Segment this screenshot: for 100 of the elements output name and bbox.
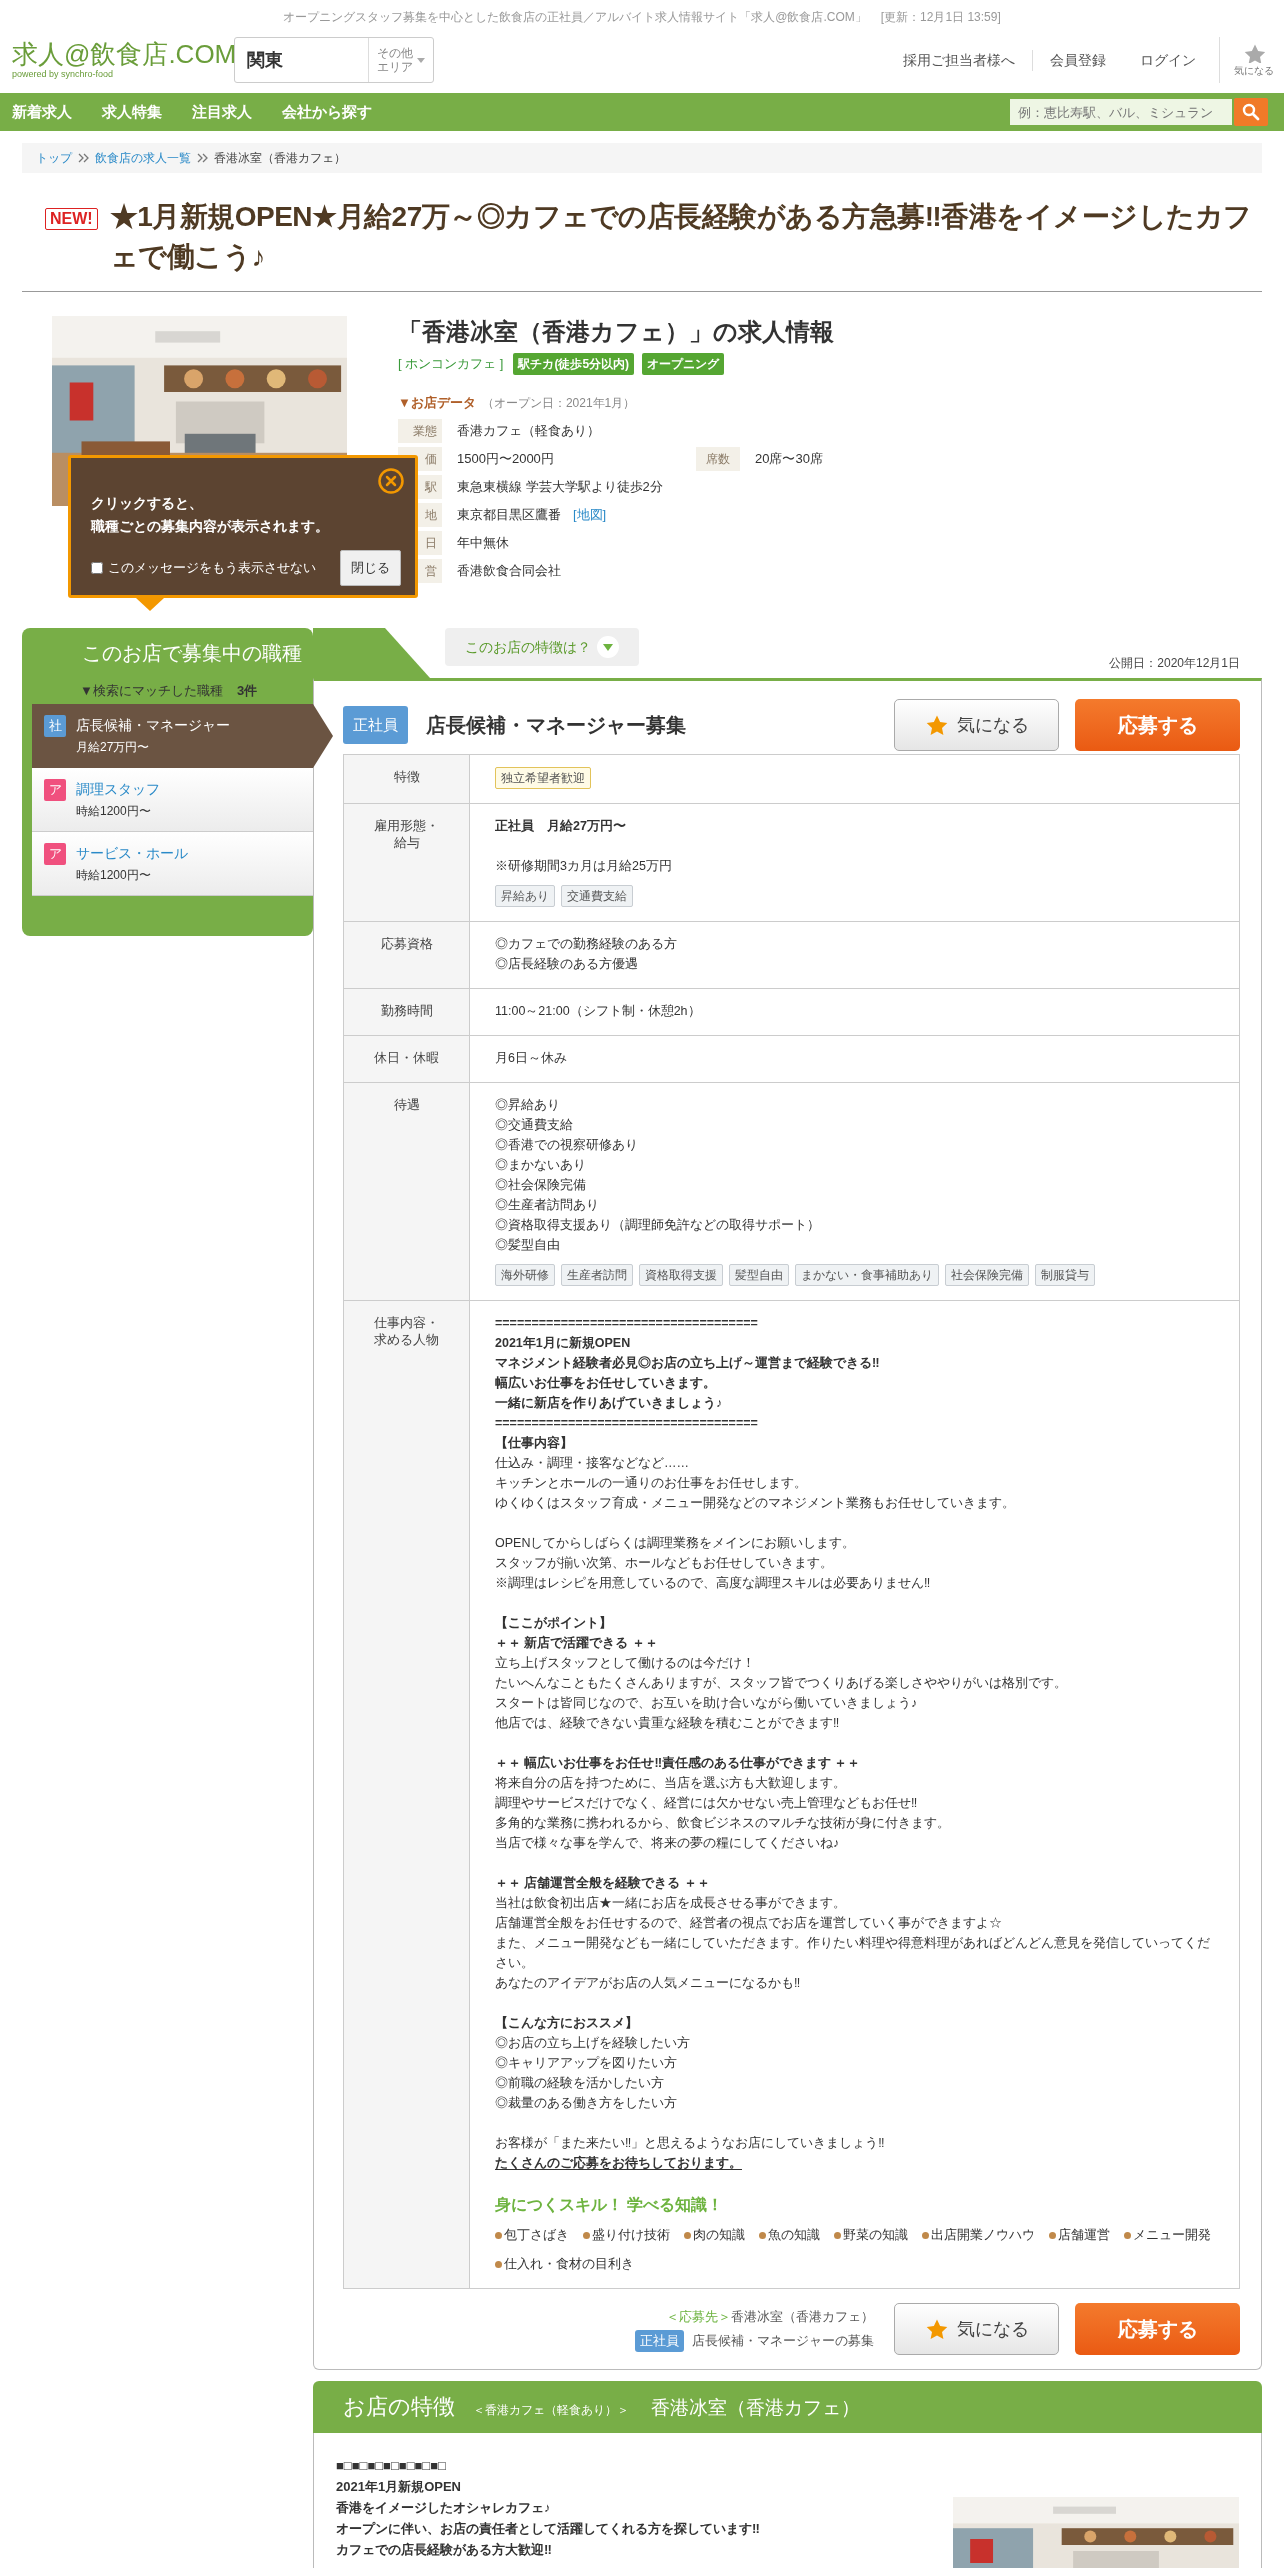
site-logo[interactable]: 求人@飲食店.COM: [12, 40, 234, 68]
text-line: ◎資格取得支援あり（調理師免許などの取得サポート）: [495, 1217, 820, 1234]
skill-item: 肉の知識: [693, 2226, 745, 2244]
text-line: ◎店長経験のある方優遇: [495, 956, 638, 973]
text-line: オープンに伴い、お店の責任者として活躍してくれる方を探しています‼: [336, 2520, 760, 2538]
breadcrumb-link[interactable]: トップ: [36, 149, 72, 167]
update-time: [更新：12月1日 13:59]: [880, 9, 1001, 26]
text-line: 【こんな方におススメ】: [495, 2014, 638, 2032]
text-line: ゆくゆくはスタッフ育成・メニュー開発などのマネジメント業務もお任せしていきます。: [495, 1495, 1015, 1512]
data-value: 年中無休: [457, 533, 509, 552]
data-value: 東京都目黒区鷹番: [457, 505, 561, 524]
text-line: ※調理はレシピを用意しているので、高度な調理スキルは必要ありません‼: [495, 1575, 931, 1592]
text-line: ◎昇給あり: [495, 1097, 560, 1114]
text-line: ====================================: [495, 1315, 758, 1332]
text-line: 【ここがポイント】: [495, 1615, 612, 1632]
data-value: 香港カフェ（軽食あり）: [457, 421, 600, 440]
header-link[interactable]: 採用ご担当者様へ: [886, 49, 1033, 71]
nav-link[interactable]: 求人特集: [102, 100, 162, 124]
apply-button[interactable]: 応募する: [1075, 699, 1240, 751]
text-line: ◎社会保険完備: [495, 1177, 586, 1194]
text-line: スタッフが揃い次第、ホールなどもお任せしていきます。: [495, 1555, 833, 1572]
feature-tag: 資格取得支援: [639, 1264, 723, 1286]
skill-item: 店舗運営: [1058, 2226, 1110, 2244]
area-select[interactable]: 関東 その他エリア: [234, 37, 434, 83]
feature-tag: まかない・食事補助あり: [795, 1264, 939, 1286]
features-tab[interactable]: このお店の特徴は？: [445, 628, 639, 666]
text-line: 当社は飲食初出店★一緒にお店を成長させる事ができます。: [495, 1895, 846, 1912]
text-line: ◎髪型自由: [495, 1237, 560, 1254]
checkbox[interactable]: [91, 562, 103, 574]
nav-link[interactable]: 新着求人: [12, 100, 72, 124]
close-icon[interactable]: [378, 468, 404, 494]
row-label: 勤務時間: [344, 989, 470, 1035]
text-line: 【仕事内容】: [495, 1434, 573, 1452]
chevron-icon: [197, 153, 208, 163]
text-line: 将来自分の店を持つために、当店を選ぶ方も大歓迎します。: [495, 1775, 846, 1792]
favorite-button[interactable]: 気になる: [894, 2303, 1059, 2355]
header-link[interactable]: ログイン: [1123, 49, 1213, 71]
feature-tag: 交通費支給: [561, 885, 633, 907]
job-list-item[interactable]: ア 調理スタッフ 時給1200円〜: [32, 768, 313, 832]
text-line: 正社員 月給27万円〜: [495, 818, 626, 835]
caret-icon: [417, 57, 425, 63]
other-area-button[interactable]: その他エリア: [368, 38, 433, 82]
text-line: ◎裁量のある働き方をしたい方: [495, 2095, 677, 2112]
section-category: ＜香港カフェ（軽食あり）＞: [473, 2402, 629, 2419]
row-label: 特徴: [344, 755, 470, 803]
text-line: たいへんなこともたくさんありますが、スタッフ皆でつくりあげる楽しさややりがいは格別です。: [495, 1675, 1067, 1692]
job-heading: 店長候補・マネージャー募集: [426, 713, 686, 738]
skill-item: 包丁さばき: [504, 2226, 569, 2244]
text-line: ◎香港での視察研修あり: [495, 1137, 638, 1154]
map-link[interactable]: [地図]: [573, 504, 607, 525]
match-label: ▼検索にマッチした職種: [80, 682, 223, 701]
job-list-title: 調理スタッフ: [76, 780, 160, 799]
text-line: たくさんのご応募をお待ちしております。: [495, 2154, 742, 2172]
header-link[interactable]: 会員登録: [1033, 49, 1123, 71]
feature-tag: 独立希望者歓迎: [495, 767, 591, 789]
nav-link[interactable]: 注目求人: [192, 100, 252, 124]
text-line: 調理やサービスだけでなく、経営には欠かせない売上管理などもお任せ‼: [495, 1795, 918, 1812]
section-shop-name: 香港冰室（香港カフェ）: [651, 2396, 860, 2420]
search-icon: [1242, 103, 1260, 121]
checkbox-label: このメッセージをもう表示させない: [108, 559, 316, 578]
text-line: ◎前職の経験を活かしたい方: [495, 2075, 664, 2092]
skill-item: 野菜の知識: [843, 2226, 908, 2244]
data-value: 20席〜30席: [755, 449, 823, 468]
row-label: 応募資格: [344, 922, 470, 988]
text-line: 他店では、経験できない貴重な経験を積むことができます‼: [495, 1715, 840, 1732]
skill-item: 盛り付け技術: [592, 2226, 670, 2244]
apply-to-shop: 香港冰室（香港カフェ）: [731, 2308, 874, 2326]
job-list-salary: 時給1200円〜: [76, 867, 152, 884]
text-line: あなたのアイデアがお店の人気メニューになるかも‼: [495, 1975, 801, 1992]
chevron-icon: [78, 153, 89, 163]
employment-badge: 正社員: [635, 2330, 684, 2352]
nav-link[interactable]: 会社から探す: [282, 100, 372, 124]
selection-arrow: [313, 704, 333, 768]
text-line: 当店で様々な事を学んで、将来の夢の糧にしてくださいね♪: [495, 1835, 840, 1852]
apply-to-label: ＜応募先＞: [666, 2308, 731, 2326]
apply-button[interactable]: 応募する: [1075, 2303, 1240, 2355]
text-line: スタートは皆同じなので、お互いを助け合いながら働いていきましょう♪: [495, 1695, 918, 1712]
row-label: 仕事内容・ 求める人物: [344, 1301, 470, 2288]
job-list-title: 店長候補・マネージャー: [76, 716, 230, 735]
current-page-text: 香港冰室（香港カフェ）: [214, 150, 346, 167]
search-field[interactable]: 例：恵比寿駅、バル、ミシュラン: [1010, 99, 1232, 125]
text-line: キッチンとホールの一通りのお仕事をお任せします。: [495, 1475, 807, 1492]
search-button[interactable]: [1234, 98, 1268, 126]
job-list-item[interactable]: ア サービス・ホール 時給1200円〜: [32, 832, 313, 896]
text-line: 月6日～休み: [495, 1050, 567, 1067]
skill-item: メニュー開発: [1133, 2226, 1211, 2244]
match-count: 3件: [236, 682, 258, 701]
text-line: ※研修期間3カ月は月給25万円: [495, 858, 672, 875]
text-line: ◎まかないあり: [495, 1157, 586, 1174]
text-line: また、メニュー開発なども一緒にしていただきます。作りたい料理や得意料理があればどんどん意見を発信していってください。: [495, 1935, 1211, 1972]
star-icon: [924, 714, 949, 736]
favorites-button[interactable]: 気になる: [1219, 37, 1274, 83]
text-line: ◎交通費支給: [495, 1117, 573, 1134]
text-line: 店舗運営全般をお任せするので、経営者の視点でお店を運営していく事ができますよ☆: [495, 1915, 1002, 1932]
breadcrumb-link[interactable]: 飲食店の求人一覧: [95, 149, 191, 167]
data-label: 席数: [696, 446, 740, 471]
close-button[interactable]: 閉じる: [340, 550, 401, 586]
tagline: オープニングスタッフ募集を中心とした飲食店の正社員／アルバイト求人情報サイト「求人@飲食店.COM」: [283, 9, 867, 26]
star-icon: [924, 2318, 949, 2340]
favorite-button[interactable]: 気になる: [894, 699, 1059, 751]
